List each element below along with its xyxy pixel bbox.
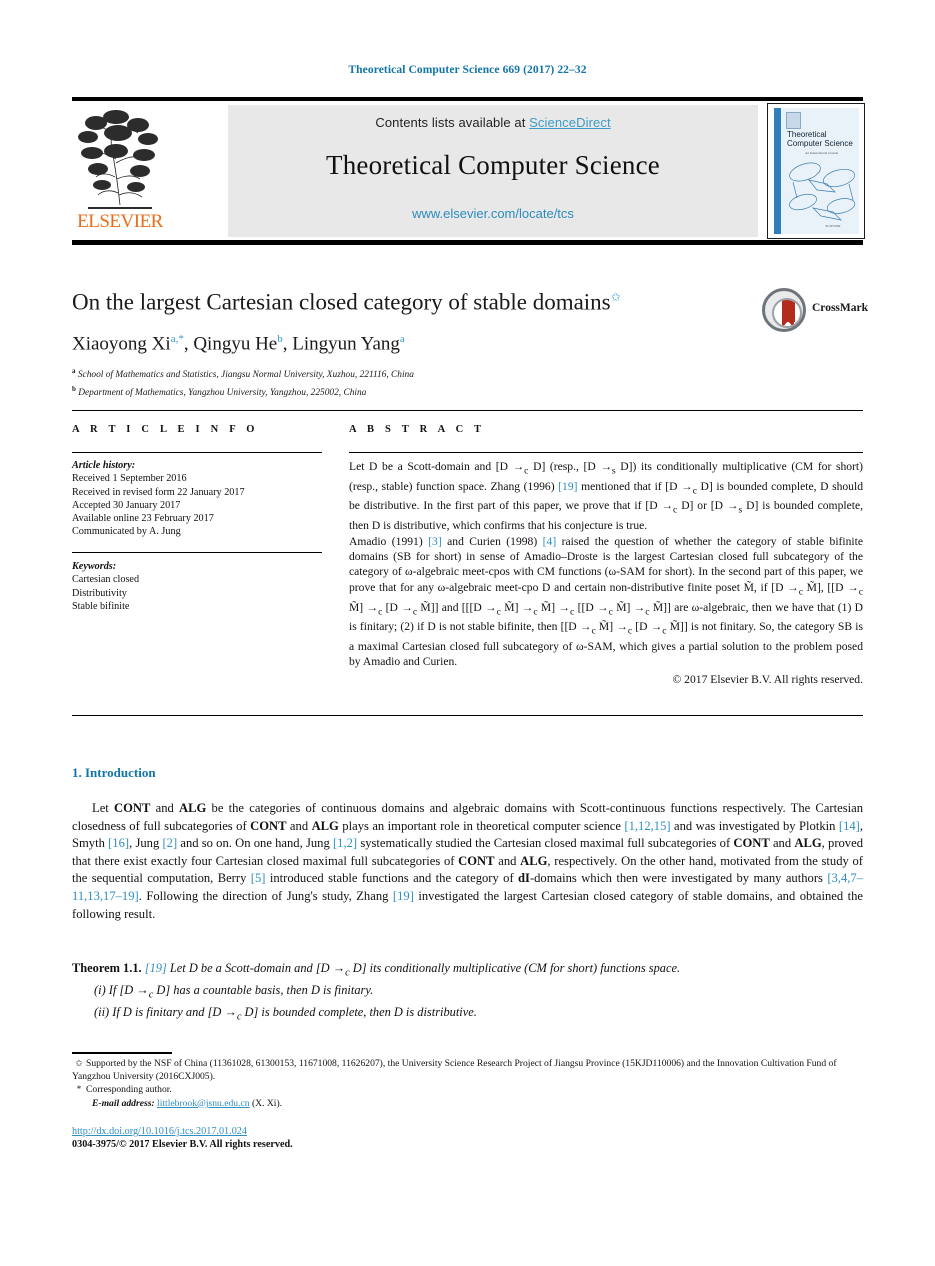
crossmark-circle-icon [762, 288, 806, 332]
footnote-block: ✩ Supported by the NSF of China (11361028… [72, 1057, 863, 1110]
abstract-rule [349, 452, 863, 453]
title-footnote-marker[interactable]: ✩ [611, 290, 621, 304]
history-item: Received 1 September 2016 [72, 473, 187, 485]
footnote-star-marker: ✩ [75, 1058, 83, 1068]
theorem-reference[interactable]: [19] [145, 961, 167, 975]
affiliation-text-b: Department of Mathematics, Yangzhou Univ… [78, 387, 367, 398]
cover-footer: ELSEVIER [825, 224, 841, 228]
abstract-copyright: © 2017 Elsevier B.V. All rights reserved… [672, 672, 863, 686]
affiliation-item: b Department of Mathematics, Yangzhou Un… [72, 383, 772, 401]
footnote-rule [72, 1052, 172, 1054]
article-history-label: Article history: [72, 460, 136, 471]
crossmark-badge[interactable]: CrossMark [762, 288, 868, 334]
footnote-funding-text: Supported by the NSF of China (11361028,… [72, 1058, 837, 1083]
history-item: Available online 23 February 2017 [72, 513, 214, 525]
theorem-statement-line: Theorem 1.1. [19] Let D be a Scott-domai… [72, 960, 863, 982]
elsevier-logo: ELSEVIER [72, 107, 168, 235]
elsevier-wordmark: ELSEVIER [77, 211, 163, 232]
keywords-label: Keywords: [72, 561, 117, 572]
theorem-block: Theorem 1.1. [19] Let D be a Scott-domai… [72, 960, 863, 1026]
history-item: Accepted 30 January 2017 [72, 499, 181, 511]
footnote-corresponding: * Corresponding author. [72, 1083, 863, 1096]
abstract-header: A B S T R A C T [349, 424, 486, 435]
masthead-bottom-rule [72, 240, 863, 245]
email-link[interactable]: littlebrook@jsnu.edu.cn [157, 1098, 250, 1109]
footnote-funding: ✩ Supported by the NSF of China (11361028… [72, 1057, 863, 1083]
affiliation-text-a: School of Mathematics and Statistics, Ji… [77, 370, 414, 381]
author-list: Xiaoyong Xia,*, Qingyu Heb, Lingyun Yang… [72, 333, 405, 355]
history-item: Communicated by A. Jung [72, 526, 181, 538]
crossmark-ribbon-icon [782, 300, 795, 326]
elsevier-mark-icon [786, 112, 801, 129]
cover-artwork: Theoretical Computer Science An Internat… [774, 108, 859, 234]
issn-copyright-line: 0304-3975/© 2017 Elsevier B.V. All right… [72, 1139, 293, 1150]
email-suffix: (X. Xi). [251, 1097, 283, 1109]
article-info-header: A R T I C L E I N F O [72, 424, 259, 435]
keywords-block: Keywords: Cartesian closed Distributivit… [72, 560, 327, 613]
section-heading-introduction: 1. Introduction [72, 765, 156, 781]
abstract-section-bottom-rule [72, 715, 863, 716]
affiliation-marker-b: b [72, 384, 76, 393]
article-history-block: Article history: Received 1 September 20… [72, 459, 327, 539]
theorem-statement: Let D be a Scott-domain and [D →c D] its… [169, 961, 681, 979]
introduction-paragraph: Let CONT and ALG be the categories of co… [72, 801, 864, 921]
running-head: Theoretical Computer Science 669 (2017) … [348, 64, 587, 76]
crossmark-label: CrossMark [812, 302, 869, 314]
page-title: On the largest Cartesian closed category… [72, 283, 732, 317]
history-item: Received in revised form 22 January 2017 [72, 486, 245, 498]
crossmark-inner-icon [772, 298, 802, 328]
keyword-item: Cartesian closed [72, 574, 140, 586]
contents-prefix: Contents lists available at [375, 115, 530, 130]
section-title: Introduction [85, 765, 156, 780]
journal-title: Theoretical Computer Science [326, 150, 660, 180]
theorem-label: Theorem 1.1. [72, 961, 142, 975]
keyword-item: Distributivity [72, 587, 127, 599]
affiliation-marker-a: a [72, 367, 76, 375]
article-title-text: On the largest Cartesian closed category… [72, 289, 611, 315]
abstract-section-top-rule [72, 410, 863, 411]
sciencedirect-link[interactable]: ScienceDirect [529, 115, 611, 130]
cover-title: Theoretical Computer Science [787, 130, 853, 148]
abstract-paragraph-2: Amadio (1991) [3] and Curien (1998) [4] … [349, 534, 864, 669]
keywords-rule [72, 552, 322, 553]
article-info-rule [72, 452, 322, 453]
journal-homepage-link[interactable]: www.elsevier.com/locate/tcs [228, 206, 758, 221]
footnote-corresponding-text: Corresponding author. [86, 1084, 172, 1096]
journal-masthead: ELSEVIER Contents lists available at Sci… [72, 97, 865, 239]
section-number: 1. [72, 765, 82, 780]
theorem-item: (i) If [D →c D] has a countable basis, t… [94, 982, 374, 1001]
keyword-item: Stable bifinite [72, 600, 130, 612]
affiliation-item: a School of Mathematics and Statistics, … [72, 365, 772, 383]
paper-page: Theoretical Computer Science 669 (2017) … [0, 0, 935, 1266]
abstract-body: Let D be a Scott-domain and [D →c D] (re… [349, 459, 863, 687]
journal-band: Contents lists available at ScienceDirec… [228, 105, 758, 237]
footnote-asterisk-marker: * [76, 1084, 82, 1095]
abstract-paragraph-1: Let D be a Scott-domain and [D →c D] (re… [349, 460, 863, 533]
cover-subtitle: An International Journal [805, 151, 839, 155]
journal-cover-thumbnail[interactable]: Theoretical Computer Science An Internat… [767, 103, 865, 239]
introduction-body: Let CONT and ALG be the categories of co… [72, 800, 863, 923]
contents-list-line: Contents lists available at ScienceDirec… [228, 105, 758, 130]
theorem-item: (ii) If D is finitary and [D →c D] is bo… [94, 1004, 477, 1023]
email-address-label: E-mail address: [92, 1097, 155, 1109]
affiliation-list: a School of Mathematics and Statistics, … [72, 365, 772, 400]
doi-link[interactable]: http://dx.doi.org/10.1016/j.tcs.2017.01.… [72, 1126, 247, 1137]
footnote-email-line: E-mail address: littlebrook@jsnu.edu.cn … [72, 1097, 863, 1110]
